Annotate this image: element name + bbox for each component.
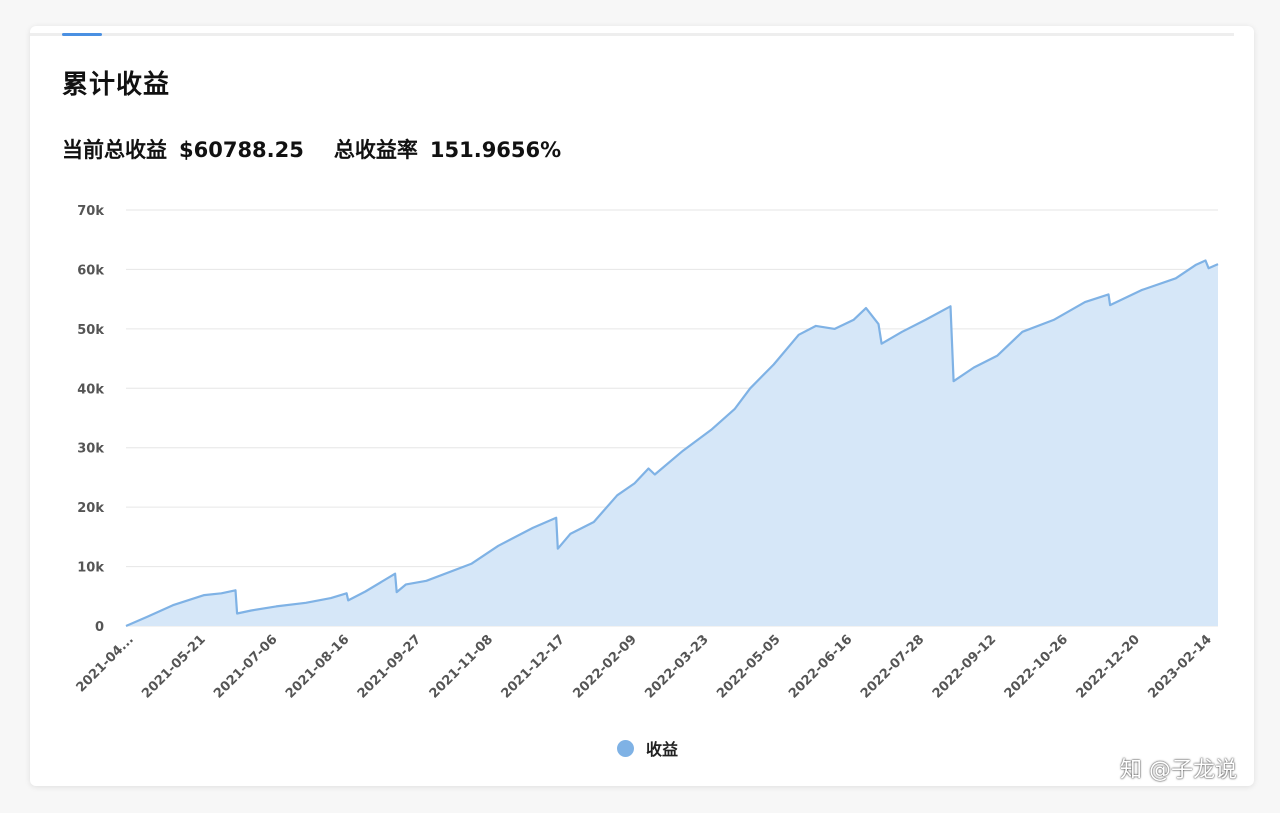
legend-label: 收益 [646,740,679,759]
y-tick-label: 10k [77,561,104,576]
chart-card: 累计收益 当前总收益 $60788.25 总收益率 151.9656% 0 10k 20k… [30,26,1254,786]
x-tick-label: 2021-11-08 [427,632,496,701]
y-tick-label: 0 [95,620,104,635]
legend-dot-icon [617,739,634,757]
watermark: 知 @子龙说 [1120,758,1237,783]
x-tick-label: 2022-07-28 [858,632,927,701]
y-tick-label: 50k [77,323,104,338]
x-tick-label: 2021-12-17 [499,632,568,701]
series-area [126,260,1218,626]
legend[interactable]: 收益 [617,736,678,760]
y-tick-label: 20k [77,501,104,516]
x-tick-label: 2021-04... [74,632,137,695]
x-tick-label: 2022-10-26 [1002,632,1071,701]
x-tick-label: 2023-02-14 [1145,632,1214,701]
area-chart: 0 10k 20k 30k 40k 50k 60k 70k 2021-04... 2021-05-… [74,204,1219,702]
y-tick-label: 60k [77,263,104,278]
x-tick-label: 2022-05-05 [714,632,783,701]
x-tick-label: 2021-08-16 [283,632,352,701]
y-tick-label: 70k [77,204,104,219]
x-tick-label: 2021-09-27 [355,632,424,701]
x-tick-label: 2022-09-12 [930,632,999,701]
y-tick-label: 30k [77,442,104,457]
x-tick-label: 2022-06-16 [786,632,855,701]
x-tick-label: 2021-05-21 [139,632,208,701]
x-tick-label: 2022-12-20 [1074,632,1143,701]
x-tick-label: 2021-07-06 [211,632,280,701]
y-tick-label: 40k [77,382,104,397]
x-tick-label: 2022-02-09 [570,632,639,701]
x-tick-label: 2022-03-23 [642,632,711,701]
